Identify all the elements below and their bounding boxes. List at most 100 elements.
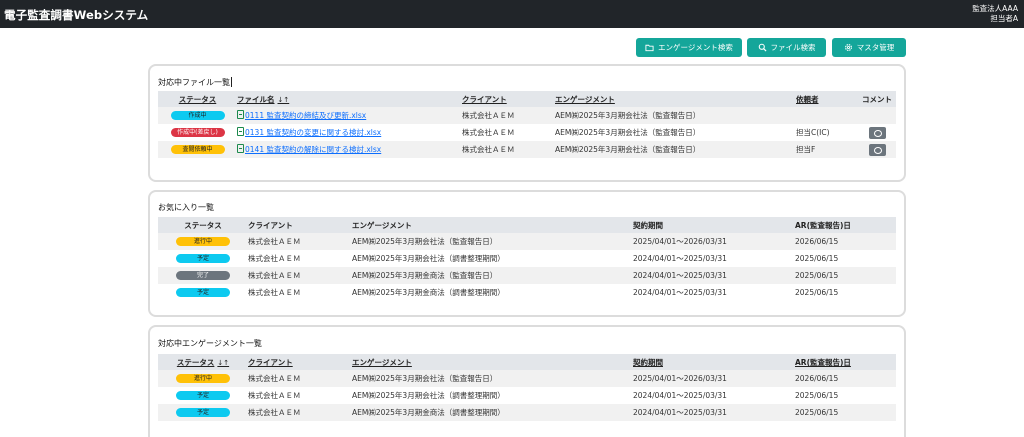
file-link[interactable]: 0111 監査契約の締結及び更新.xlsx bbox=[237, 110, 366, 120]
app-title: 電子監査調書Webシステム bbox=[4, 8, 149, 22]
org-name: 監査法人AAA bbox=[972, 4, 1018, 13]
file-link[interactable]: 0131 監査契約の変更に関する検討.xlsx bbox=[237, 127, 381, 137]
favorites-header-row: ステータス クライアント エンゲージメント 契約期間 AR(監査報告)日 bbox=[158, 217, 896, 233]
client-cell: 株式会社ＡＥＭ bbox=[248, 233, 352, 250]
favorites-card: お気に入り一覧 ステータス クライアント エンゲージメント 契約期間 AR(監査… bbox=[148, 190, 906, 317]
period-cell: 2024/04/01～2025/03/31 bbox=[633, 404, 795, 421]
engagement-cell: AEM㈱2025年3月期会社法（調書整理期間） bbox=[352, 391, 505, 400]
excel-file-icon bbox=[237, 127, 244, 136]
excel-file-icon bbox=[237, 110, 244, 119]
col-requester[interactable]: 依頼者 bbox=[796, 91, 858, 107]
col-client: クライアント bbox=[248, 217, 352, 233]
table-row[interactable]: 完了 株式会社ＡＥＭ AEM㈱2025年3月期金商法（監査報告日） 2024/0… bbox=[158, 267, 896, 284]
client-cell: 株式会社ＡＥＭ bbox=[462, 107, 555, 124]
table-row[interactable]: 予定 株式会社ＡＥＭ AEM㈱2025年3月期金商法（調書整理期間） 2024/… bbox=[158, 404, 896, 421]
master-label: マスタ管理 bbox=[856, 43, 895, 52]
col-period[interactable]: 契約期間 bbox=[633, 354, 795, 370]
engagement-cell: AEM㈱2025年3月期金商法（調書整理期間） bbox=[352, 404, 633, 421]
file-link[interactable]: 0141 監査契約の解除に関する検討.xlsx bbox=[237, 144, 381, 154]
col-ar-date[interactable]: AR(監査報告)日 bbox=[795, 354, 896, 370]
col-filename[interactable]: ファイル名 ↓↑ bbox=[237, 91, 462, 107]
excel-file-icon bbox=[237, 144, 244, 153]
col-engagement[interactable]: エンゲージメント bbox=[555, 91, 796, 107]
files-card: 対応中ファイル一覧 ステータス ファイル名 ↓↑ クライアント エンゲージメント … bbox=[148, 64, 906, 182]
col-status[interactable]: ステータス ↓↑ bbox=[158, 354, 248, 370]
master-button[interactable]: マスタ管理 bbox=[832, 38, 906, 57]
status-badge: 作成中(差戻し) bbox=[170, 128, 225, 138]
table-row[interactable]: 進行中 株式会社ＡＥＭ AEM㈱2025年3月期会社法（監査報告日） 2025/… bbox=[158, 233, 896, 250]
engagement-cell: AEM㈱2025年3月期会社法（監査報告日） bbox=[555, 107, 796, 124]
favorites-title: お気に入り一覧 bbox=[158, 203, 214, 212]
period-cell: 2024/04/01～2025/03/31 bbox=[633, 288, 727, 297]
user-name: 担当者A bbox=[990, 14, 1018, 23]
table-row[interactable]: 予定 株式会社ＡＥＭ AEM㈱2025年3月期会社法（調書整理期間） 2024/… bbox=[158, 250, 896, 267]
comment-button[interactable] bbox=[868, 143, 886, 156]
files-title: 対応中ファイル一覧 bbox=[158, 77, 232, 87]
client-cell: 株式会社ＡＥＭ bbox=[462, 141, 555, 158]
sort-icon[interactable]: ↓↑ bbox=[278, 96, 290, 104]
status-badge: 進行中 bbox=[176, 374, 230, 384]
ar-date-cell: 2025/06/15 bbox=[795, 267, 896, 284]
file-search-button[interactable]: ファイル検索 bbox=[747, 38, 826, 57]
client-cell: 株式会社ＡＥＭ bbox=[248, 254, 301, 263]
period-cell: 2024/04/01～2025/03/31 bbox=[633, 391, 727, 400]
client-cell: 株式会社ＡＥＭ bbox=[248, 391, 301, 400]
col-engagement: エンゲージメント bbox=[352, 217, 633, 233]
status-badge: 完了 bbox=[176, 271, 230, 281]
gear-icon bbox=[844, 44, 852, 51]
status-badge: 予定 bbox=[176, 408, 230, 418]
ar-date-cell: 2025/06/15 bbox=[795, 254, 839, 263]
col-ar-date: AR(監査報告)日 bbox=[795, 217, 896, 233]
requester-cell bbox=[796, 107, 858, 124]
col-comment: コメント bbox=[858, 91, 896, 107]
engagement-cell: AEM㈱2025年3月期会社法（監査報告日） bbox=[555, 141, 796, 158]
status-badge: 予定 bbox=[176, 391, 230, 401]
user-info: 監査法人AAA 担当者A bbox=[972, 4, 1018, 24]
col-status: ステータス bbox=[158, 217, 248, 233]
table-row[interactable]: 作成中(差戻し) 0131 監査契約の変更に関する検討.xlsx 株式会社ＡＥＭ… bbox=[158, 124, 896, 141]
engagement-cell: AEM㈱2025年3月期会社法（監査報告日） bbox=[352, 370, 633, 387]
engagement-cell: AEM㈱2025年3月期金商法（調書整理期間） bbox=[352, 288, 505, 297]
engagement-search-label: エンゲージメント検索 bbox=[658, 43, 733, 52]
status-badge: 進行中 bbox=[176, 237, 230, 247]
ar-date-cell: 2026/06/15 bbox=[795, 233, 896, 250]
engagements-header-row: ステータス ↓↑ クライアント エンゲージメント 契約期間 AR(監査報告)日 bbox=[158, 354, 896, 370]
requester-cell: 担当F bbox=[796, 141, 858, 158]
status-badge: 作成中 bbox=[170, 111, 225, 121]
engagements-card: 対応中エンゲージメント一覧 ステータス ↓↑ クライアント エンゲージメント 契約… bbox=[148, 325, 906, 437]
ar-date-cell: 2025/06/15 bbox=[795, 391, 839, 400]
period-cell: 2024/04/01～2025/03/31 bbox=[633, 267, 795, 284]
ar-date-cell: 2026/06/15 bbox=[795, 370, 896, 387]
engagement-cell: AEM㈱2025年3月期会社法（監査報告日） bbox=[555, 128, 701, 137]
requester-cell: 担当C(IC) bbox=[796, 128, 830, 137]
table-row[interactable]: 進行中 株式会社ＡＥＭ AEM㈱2025年3月期会社法（監査報告日） 2025/… bbox=[158, 370, 896, 387]
table-row[interactable]: 予定 株式会社ＡＥＭ AEM㈱2025年3月期会社法（調書整理期間） 2024/… bbox=[158, 387, 896, 404]
engagement-cell: AEM㈱2025年3月期会社法（調書整理期間） bbox=[352, 254, 505, 263]
engagement-cell: AEM㈱2025年3月期金商法（監査報告日） bbox=[352, 267, 633, 284]
col-status[interactable]: ステータス bbox=[158, 91, 237, 107]
search-icon bbox=[758, 43, 767, 52]
client-cell: 株式会社ＡＥＭ bbox=[462, 128, 515, 137]
col-client[interactable]: クライアント bbox=[462, 91, 555, 107]
engagements-table: ステータス ↓↑ クライアント エンゲージメント 契約期間 AR(監査報告)日 進… bbox=[158, 354, 896, 421]
favorites-table: ステータス クライアント エンゲージメント 契約期間 AR(監査報告)日 進行中… bbox=[158, 217, 896, 301]
status-badge: 予定 bbox=[176, 254, 230, 264]
period-cell: 2024/04/01～2025/03/31 bbox=[633, 254, 727, 263]
engagement-search-button[interactable]: エンゲージメント検索 bbox=[636, 38, 742, 57]
sort-icon[interactable]: ↓↑ bbox=[217, 359, 229, 367]
table-row[interactable]: 予定 株式会社ＡＥＭ AEM㈱2025年3月期金商法（調書整理期間） 2024/… bbox=[158, 284, 896, 301]
ar-date-cell: 2025/06/15 bbox=[795, 404, 896, 421]
status-badge: 査閲依頼中 bbox=[170, 145, 225, 155]
col-client[interactable]: クライアント bbox=[248, 354, 352, 370]
comment-button[interactable] bbox=[868, 126, 886, 139]
ar-date-cell: 2025/06/15 bbox=[795, 288, 839, 297]
col-engagement[interactable]: エンゲージメント bbox=[352, 354, 633, 370]
table-row[interactable]: 作成中 0111 監査契約の締結及び更新.xlsx 株式会社ＡＥＭ AEM㈱20… bbox=[158, 107, 896, 124]
folder-icon bbox=[645, 44, 654, 52]
client-cell: 株式会社ＡＥＭ bbox=[248, 370, 352, 387]
status-badge: 予定 bbox=[176, 288, 230, 298]
client-cell: 株式会社ＡＥＭ bbox=[248, 404, 352, 421]
comment-cell bbox=[858, 107, 896, 124]
table-row[interactable]: 査閲依頼中 0141 監査契約の解除に関する検討.xlsx 株式会社ＡＥＭ AE… bbox=[158, 141, 896, 158]
client-cell: 株式会社ＡＥＭ bbox=[248, 267, 352, 284]
